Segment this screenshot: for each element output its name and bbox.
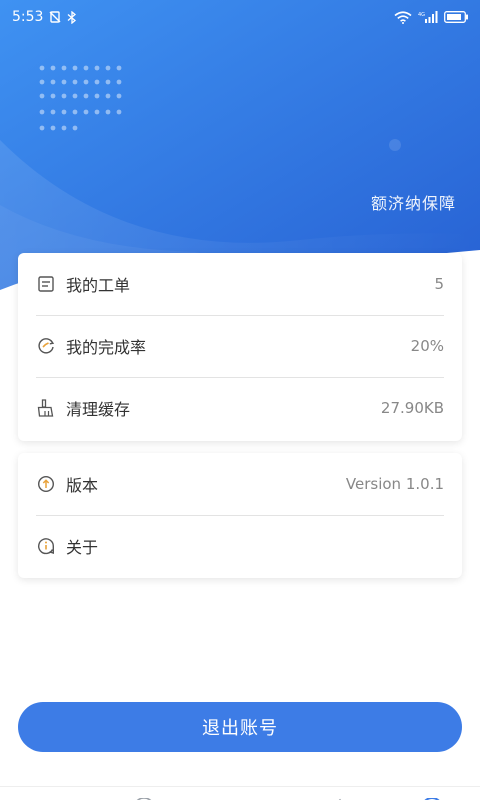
profile-screen: 5:53 4G 额济纳保障 我的工单 5 我的完成率 20% 清理缓存 27.9… — [0, 0, 480, 800]
clear-cache-row[interactable]: 清理缓存 27.90KB — [18, 377, 462, 439]
work-order-icon — [36, 274, 56, 294]
status-bar: 5:53 4G — [0, 0, 480, 34]
stats-card: 我的工单 5 我的完成率 20% 清理缓存 27.90KB — [18, 253, 462, 441]
completion-rate-value: 20% — [410, 337, 444, 355]
silent-icon — [49, 11, 61, 23]
star-tab-icon[interactable] — [324, 793, 346, 800]
completion-rate-icon — [36, 336, 56, 356]
version-label: 版本 — [66, 476, 99, 495]
work-order-label: 我的工单 — [66, 276, 131, 295]
completion-rate-row[interactable]: 我的完成率 20% — [18, 315, 462, 377]
location-tab-icon[interactable] — [228, 793, 250, 800]
clear-cache-icon — [36, 398, 56, 418]
profile-tab-icon[interactable] — [420, 793, 442, 800]
signal-icon: 4G — [418, 10, 438, 24]
home-tab-icon[interactable] — [34, 793, 56, 800]
work-order-row[interactable]: 我的工单 5 — [18, 253, 462, 315]
bottom-nav — [0, 786, 480, 800]
status-time: 5:53 — [12, 9, 44, 25]
version-row[interactable]: 版本 Version 1.0.1 — [18, 453, 462, 515]
battery-icon — [444, 11, 468, 23]
bluetooth-icon — [67, 10, 77, 24]
about-label: 关于 — [66, 538, 99, 557]
logout-button[interactable]: 退出账号 — [18, 702, 462, 752]
info-card: 版本 Version 1.0.1 关于 — [18, 453, 462, 578]
completion-rate-label: 我的完成率 — [66, 338, 147, 357]
about-row[interactable]: 关于 — [18, 515, 462, 577]
cache-size-value: 27.90KB — [380, 399, 444, 417]
network-label: 4G — [418, 12, 425, 18]
clock-tab-icon[interactable] — [132, 793, 154, 800]
app-tagline: 额济纳保障 — [370, 194, 456, 213]
version-value: Version 1.0.1 — [345, 475, 444, 493]
work-order-count: 5 — [434, 275, 444, 293]
version-icon — [36, 474, 56, 494]
clear-cache-label: 清理缓存 — [66, 400, 131, 419]
wifi-icon — [394, 10, 412, 24]
about-icon — [36, 536, 56, 556]
